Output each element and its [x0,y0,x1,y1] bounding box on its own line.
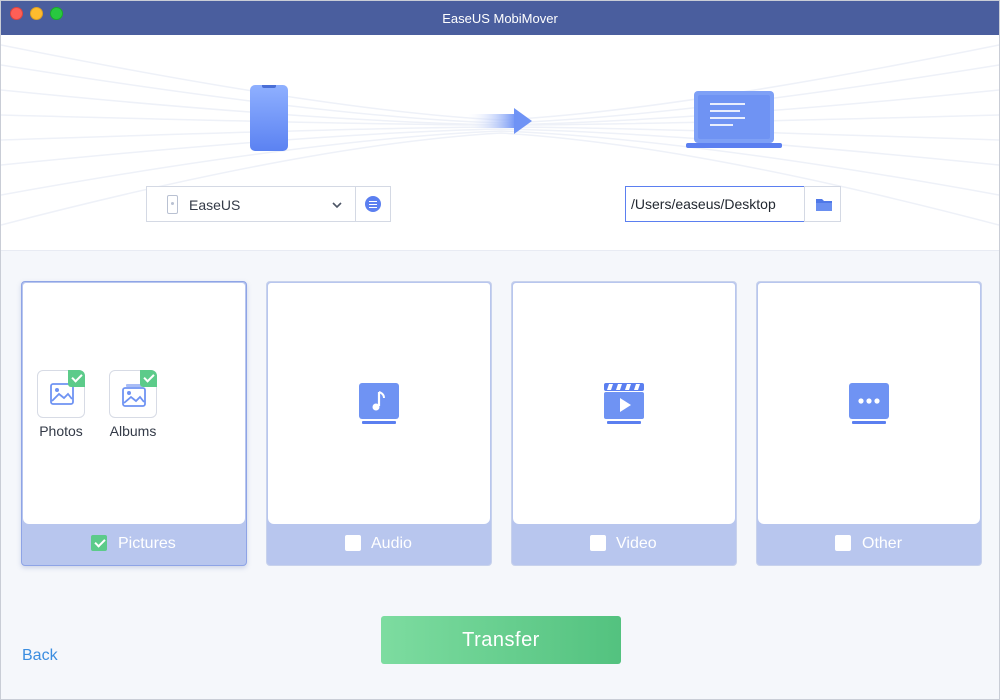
video-icon [604,383,644,424]
category-card-pictures[interactable]: Photos Albums Pictures [21,281,247,566]
card-footer: Audio [267,523,491,565]
category-label: Pictures [118,535,176,552]
category-label: Audio [371,535,412,552]
browse-folder-button[interactable] [804,186,841,222]
card-footer: Other [757,523,981,565]
device-phone-icon [167,195,178,214]
device-info-icon [365,196,381,212]
more-icon [849,383,889,424]
device-info-button[interactable] [355,186,391,222]
app-window: EaseUS MobiMover EaseUS /Users/easeus/De… [0,0,1000,700]
category-label: Video [616,535,657,552]
folder-icon [816,199,832,211]
video-checkbox[interactable] [590,535,606,551]
back-link[interactable]: Back [22,647,58,665]
photos-tile [37,370,85,418]
sub-item-albums[interactable]: Albums [103,370,163,439]
card-footer: Video [512,523,736,565]
title-bar: EaseUS MobiMover [1,1,999,35]
destination-path-input[interactable]: /Users/easeus/Desktop [625,186,805,222]
other-checkbox[interactable] [835,535,851,551]
window-title: EaseUS MobiMover [442,11,558,26]
transfer-arrow-icon [466,108,532,134]
device-name: EaseUS [189,197,241,213]
audio-checkbox[interactable] [345,535,361,551]
music-icon [359,383,399,424]
card-body [513,283,735,524]
device-select[interactable]: EaseUS [146,186,356,222]
sub-item-label: Photos [39,423,83,439]
card-body [268,283,490,524]
card-body: Photos Albums [23,283,245,524]
albums-tile [109,370,157,418]
albums-check [140,370,157,387]
chevron-down-icon [332,202,342,209]
card-body [758,283,980,524]
photos-check [68,370,85,387]
transfer-header: EaseUS /Users/easeus/Desktop [1,35,999,251]
phone-icon [250,85,288,151]
category-label: Other [862,535,903,552]
laptop-icon [686,91,782,148]
card-footer: Pictures [22,523,246,565]
sub-item-label: Albums [109,423,157,439]
transfer-button[interactable]: Transfer [381,616,621,664]
category-card-video[interactable]: Video [511,281,737,566]
category-card-other[interactable]: Other [756,281,982,566]
sub-item-photos[interactable]: Photos [31,370,91,439]
category-card-audio[interactable]: Audio [266,281,492,566]
pictures-checkbox[interactable] [91,535,107,551]
